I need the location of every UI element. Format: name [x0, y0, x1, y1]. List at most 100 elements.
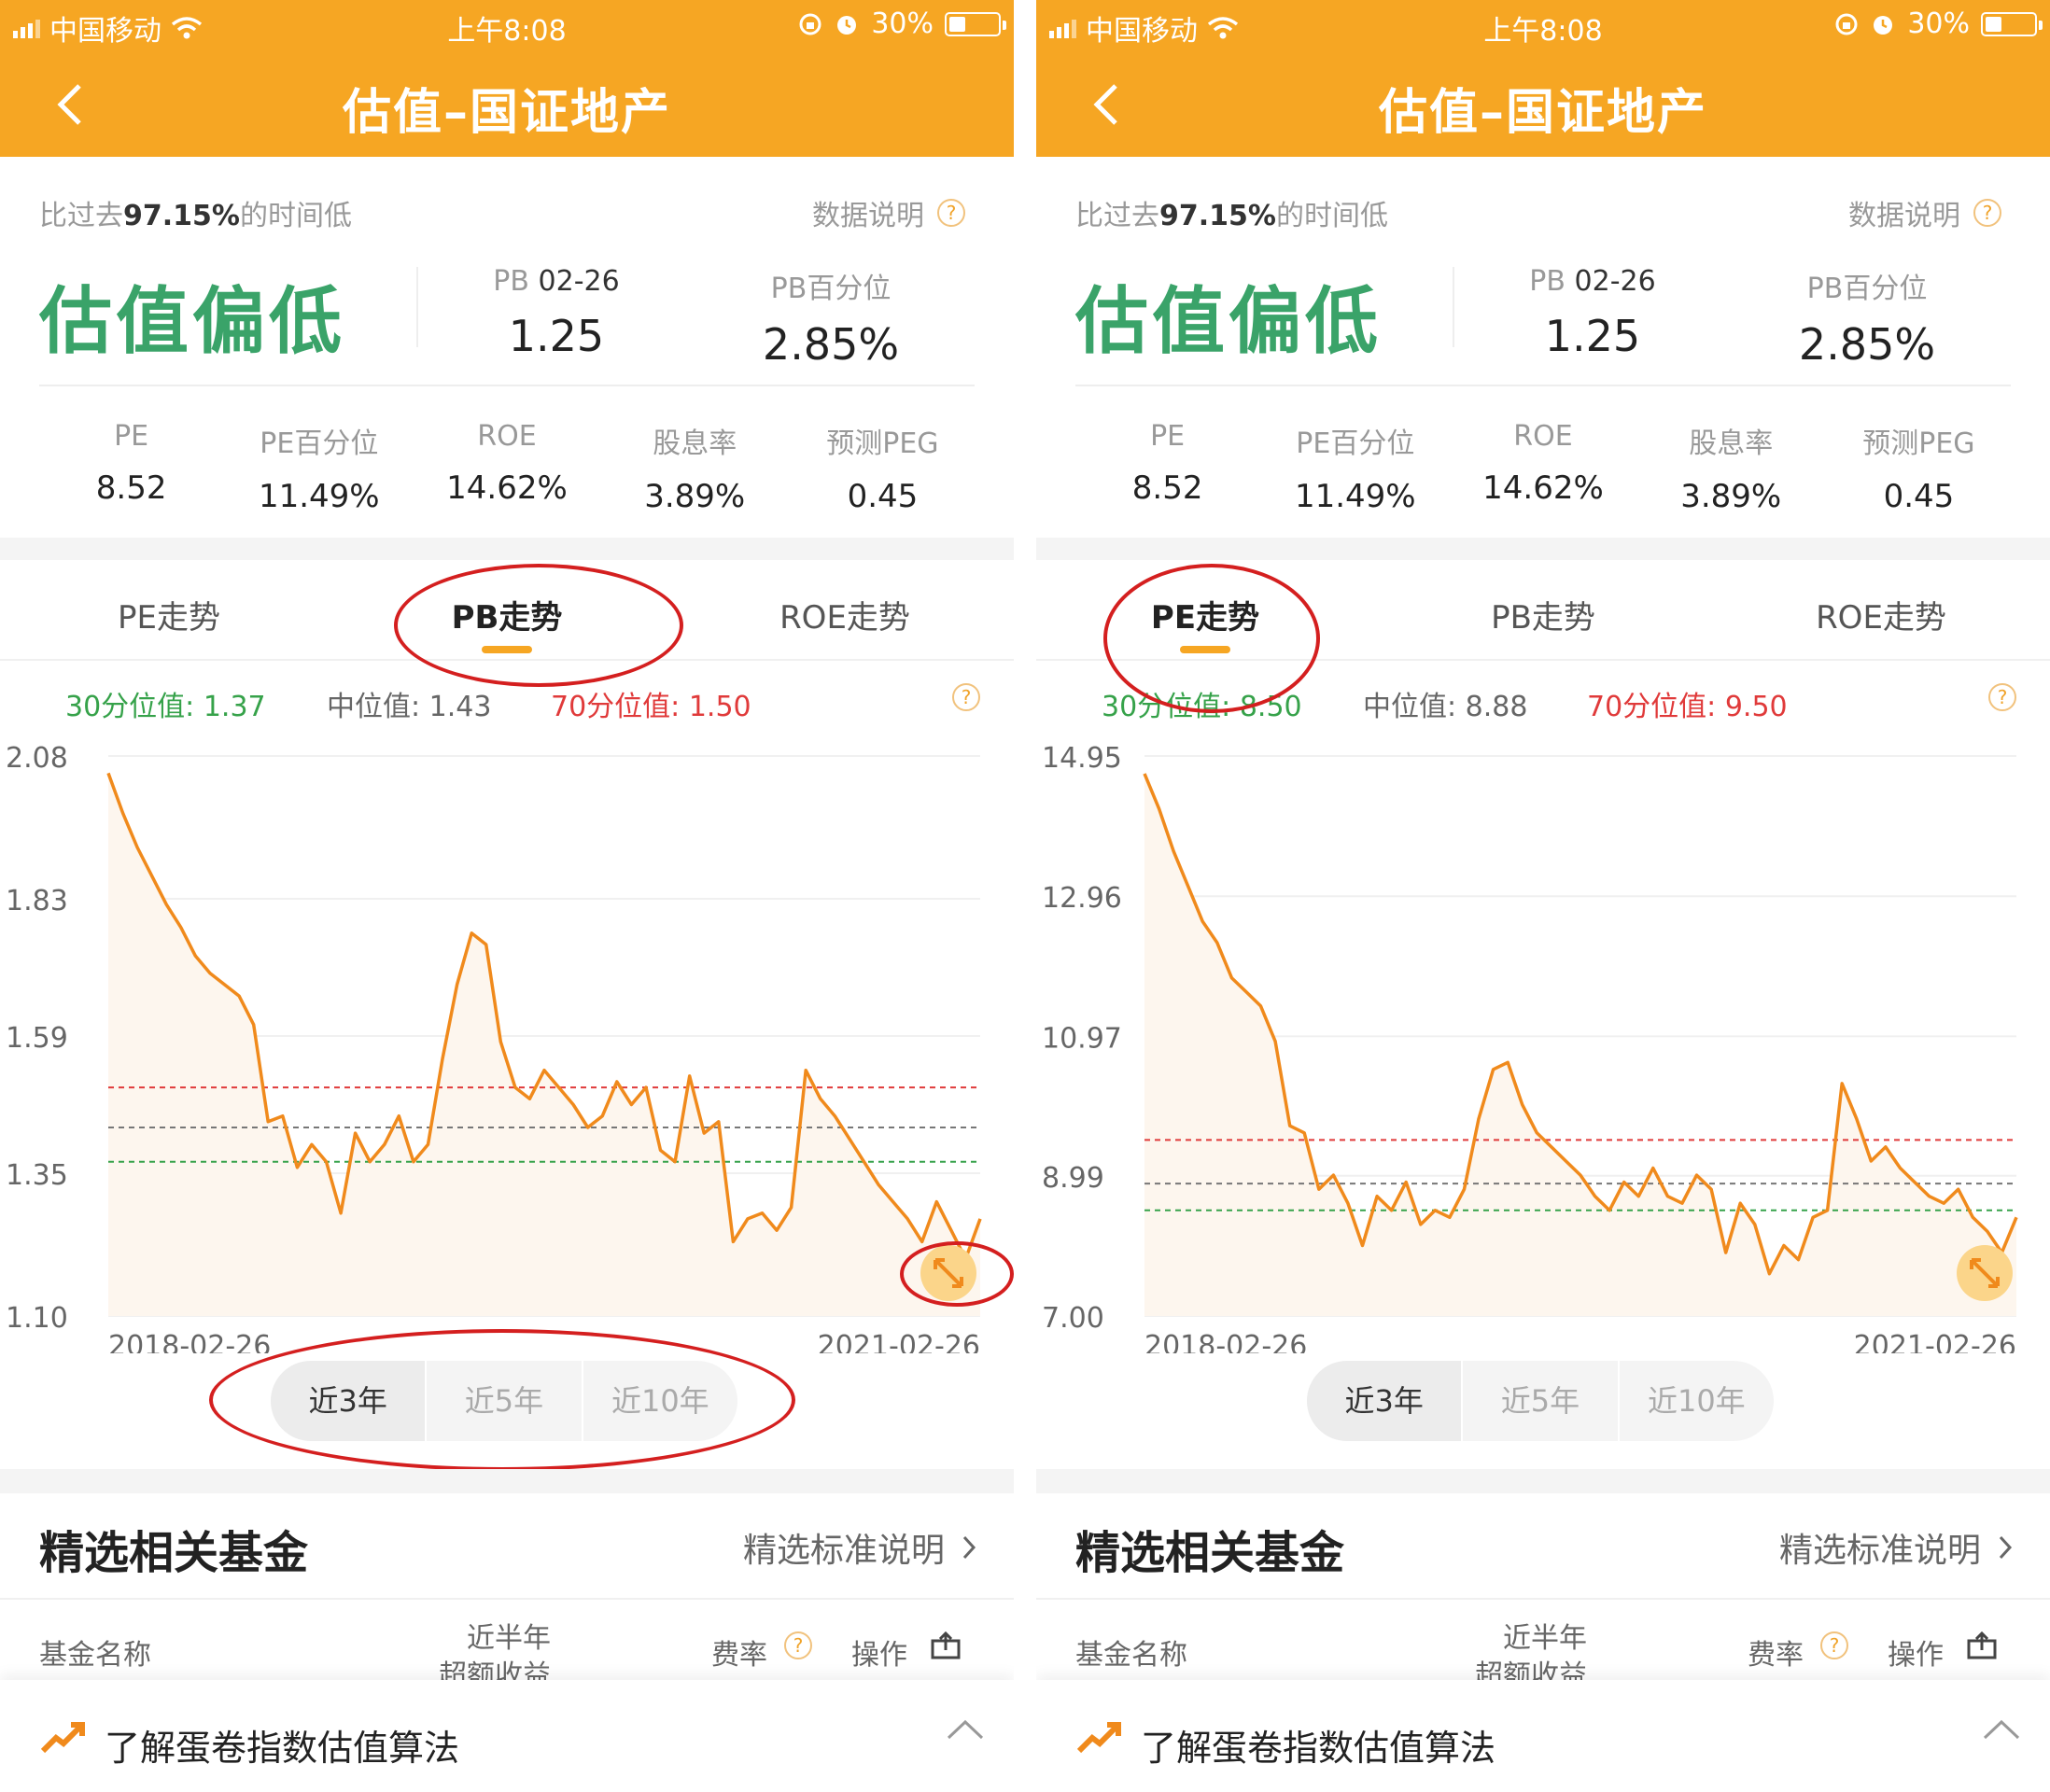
help-icon[interactable]: ?: [784, 1631, 812, 1659]
x-tick-label: 2021-02-26: [1854, 1330, 2016, 1353]
help-icon[interactable]: ?: [952, 683, 980, 711]
phone-screen-pe: 中国移动 上午8:08 30% 估值–国证地产 比过去97.15%的时间低 数据…: [1036, 0, 2050, 1792]
rotation-lock-icon: [1835, 13, 1858, 35]
metric-peg: 预测PEG 0.45: [1862, 427, 1975, 515]
data-description-link[interactable]: 数据说明?: [812, 192, 965, 233]
share-icon[interactable]: [930, 1631, 962, 1659]
chevron-right-icon: [1999, 1535, 2013, 1560]
pb-percentile-block: PB百分位 2.85%: [737, 265, 924, 370]
selection-criteria-label: 精选标准说明: [1778, 1532, 1981, 1570]
metric-pe: PE 8.52: [95, 420, 167, 507]
divider: [0, 1598, 1014, 1600]
algorithm-info-text: 了解蛋卷指数估值算法: [1141, 1728, 1496, 1769]
y-tick-label: 7.00: [1042, 1302, 1104, 1335]
help-icon[interactable]: ?: [1820, 1631, 1848, 1659]
metrics-row: PE 8.52 PE百分位 11.49% ROE 14.62% 股息率 3.89% 预测…: [1074, 420, 2013, 515]
column-fund-name: 基金名称: [1075, 1639, 1187, 1672]
tab-roe-trend[interactable]: ROE走势: [1712, 560, 2050, 659]
algorithm-info-bar[interactable]: 了解蛋卷指数估值算法: [1036, 1680, 2050, 1792]
help-icon[interactable]: ?: [1988, 683, 2016, 711]
pb-value: 1.25: [1544, 311, 1641, 361]
tab-pb-trend[interactable]: PB走势: [338, 560, 676, 659]
pb-label: PB: [493, 265, 529, 298]
divider: [1075, 385, 2011, 386]
p70-label: 70分位值: 9.50: [1587, 691, 1788, 723]
range-5y[interactable]: 近5年: [427, 1361, 583, 1441]
median-label: 中位值: 1.43: [327, 691, 492, 723]
selection-criteria-link[interactable]: 精选标准说明: [1779, 1523, 2013, 1572]
x-tick-label: 2018-02-26: [1144, 1330, 1307, 1353]
y-tick-label: 1.10: [6, 1302, 68, 1335]
data-description-label: 数据说明: [812, 200, 924, 232]
pb-label: PB: [1529, 265, 1566, 298]
column-return-line1: 近半年: [467, 1622, 551, 1655]
trend-arrow-icon: [40, 1722, 85, 1754]
battery-percent: 30%: [871, 7, 934, 40]
range-selector: 近3年 近5年 近10年: [271, 1361, 737, 1441]
metric-dividend-yield: 股息率 3.89%: [644, 427, 746, 515]
app-header: 中国移动 上午8:08 30% 估值–国证地产: [0, 0, 1014, 157]
divider: [416, 267, 418, 347]
range-selector: 近3年 近5年 近10年: [1307, 1361, 1774, 1441]
help-icon: ?: [1973, 199, 2001, 227]
expand-button[interactable]: [920, 1245, 976, 1301]
metric-roe: ROE 14.62%: [1482, 420, 1604, 507]
column-fund-name: 基金名称: [39, 1639, 151, 1672]
valuation-verdict: 估值偏低: [1075, 280, 1383, 364]
trend-tabs: PE走势 PB走势 ROE走势: [1036, 560, 2050, 661]
y-tick-label: 10.97: [1042, 1022, 1122, 1055]
funds-table-header: 基金名称 近半年 超额收益 费率 ? 操作: [0, 1613, 1014, 1692]
pb-date: 02-26: [538, 265, 620, 298]
share-icon[interactable]: [1966, 1631, 1998, 1659]
status-bar: 中国移动 上午8:08 30%: [1036, 0, 2050, 50]
range-3y[interactable]: 近3年: [1307, 1361, 1464, 1441]
pb-percentile-label: PB百分位: [1806, 273, 1928, 305]
pb-percentile-label: PB百分位: [770, 273, 892, 305]
range-10y[interactable]: 近10年: [583, 1361, 737, 1441]
algorithm-info-text: 了解蛋卷指数估值算法: [105, 1728, 460, 1769]
selection-criteria-label: 精选标准说明: [742, 1532, 945, 1570]
section-gap: [1036, 538, 2050, 560]
data-description-link[interactable]: 数据说明?: [1848, 192, 2001, 233]
metric-dividend-yield: 股息率 3.89%: [1680, 427, 1782, 515]
y-tick-label: 12.96: [1042, 882, 1122, 915]
section-gap: [1036, 1469, 2050, 1493]
status-bar: 中国移动 上午8:08 30%: [0, 0, 1014, 50]
range-10y[interactable]: 近10年: [1620, 1361, 1774, 1441]
algorithm-info-bar[interactable]: 了解蛋卷指数估值算法: [0, 1680, 1014, 1792]
y-tick-label: 2.08: [6, 742, 68, 775]
tab-pe-trend[interactable]: PE走势: [1036, 560, 1374, 659]
y-tick-label: 1.35: [6, 1159, 68, 1192]
tab-roe-trend[interactable]: ROE走势: [676, 560, 1014, 659]
y-tick-label: 8.99: [1042, 1162, 1104, 1195]
selection-criteria-link[interactable]: 精选标准说明: [743, 1523, 976, 1572]
funds-table-header: 基金名称 近半年 超额收益 费率 ? 操作: [1036, 1613, 2050, 1692]
pb-value-block: PB 02-26 1.25: [472, 265, 640, 361]
pb-date: 02-26: [1574, 265, 1656, 298]
pb-value-block: PB 02-26 1.25: [1509, 265, 1677, 361]
x-tick-label: 2018-02-26: [108, 1330, 271, 1353]
column-fee: 费率: [711, 1639, 767, 1672]
battery-icon: [945, 11, 1006, 36]
pb-value: 1.25: [508, 311, 605, 361]
funds-section-title: 精选相关基金: [1075, 1527, 1345, 1579]
p70-label: 70分位值: 1.50: [551, 691, 751, 723]
page-title: 估值–国证地产: [1378, 85, 1707, 141]
trend-arrow-icon: [1076, 1722, 1121, 1754]
app-header: 中国移动 上午8:08 30% 估值–国证地产: [1036, 0, 2050, 157]
median-label: 中位值: 8.88: [1363, 691, 1528, 723]
metric-pe-percentile: PE百分位 11.49%: [258, 427, 380, 515]
chevron-right-icon: [962, 1535, 976, 1560]
column-action: 操作: [1888, 1639, 1944, 1672]
battery-percent: 30%: [1907, 7, 1970, 40]
divider: [39, 385, 975, 386]
p30-label: 30分位值: 8.50: [1102, 691, 1302, 723]
range-3y[interactable]: 近3年: [271, 1361, 428, 1441]
tab-pb-trend[interactable]: PB走势: [1374, 560, 1712, 659]
range-5y[interactable]: 近5年: [1463, 1361, 1620, 1441]
tab-pe-trend[interactable]: PE走势: [0, 560, 338, 659]
pb-trend-chart: 2.08 1.83 1.59 1.35 1.10 2018-02-26 2021-02-26: [6, 742, 982, 1353]
battery-icon: [1981, 11, 2043, 36]
column-return-line1: 近半年: [1503, 1622, 1587, 1655]
expand-button[interactable]: [1957, 1245, 2013, 1301]
